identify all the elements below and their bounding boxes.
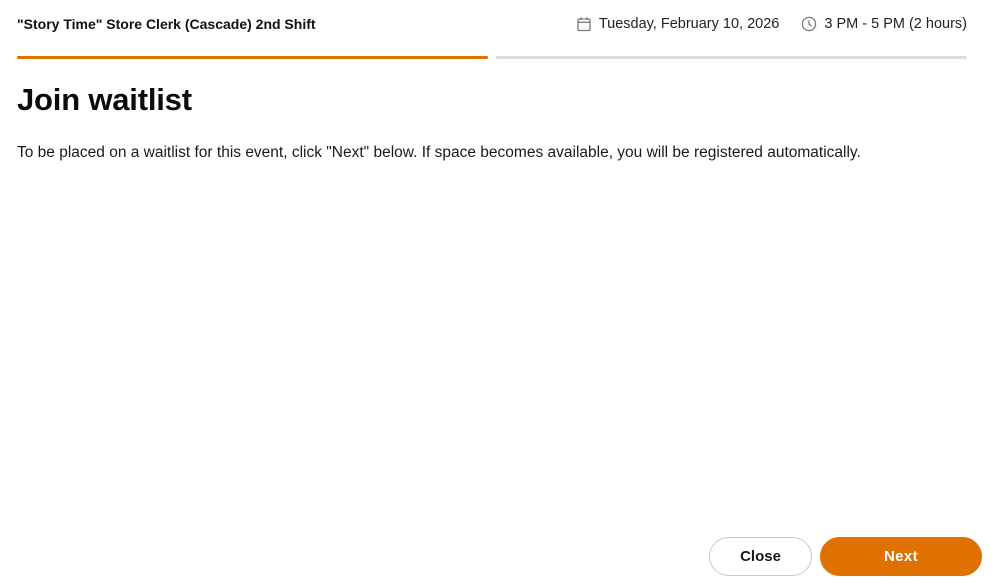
waitlist-description: To be placed on a waitlist for this even…: [17, 144, 861, 161]
dialog-footer: Close Next: [709, 537, 982, 576]
event-time: 3 PM - 5 PM (2 hours): [801, 16, 967, 32]
event-meta: Tuesday, February 10, 2026 3 PM - 5 PM (…: [576, 16, 967, 32]
event-header: "Story Time" Store Clerk (Cascade) 2nd S…: [17, 12, 967, 36]
clock-icon: [801, 16, 817, 32]
step-progress-bar: [17, 56, 967, 59]
event-date-text: Tuesday, February 10, 2026: [598, 16, 780, 32]
close-button[interactable]: Close: [709, 537, 812, 576]
page-title: Join waitlist: [17, 82, 192, 117]
progress-step-1-active: [17, 56, 488, 59]
event-title: "Story Time" Store Clerk (Cascade) 2nd S…: [17, 16, 316, 32]
event-time-text: 3 PM - 5 PM (2 hours): [824, 16, 967, 32]
progress-step-2: [496, 56, 967, 59]
waitlist-dialog: "Story Time" Store Clerk (Cascade) 2nd S…: [0, 0, 999, 587]
calendar-icon: [576, 16, 592, 32]
event-date: Tuesday, February 10, 2026: [576, 16, 780, 32]
next-button[interactable]: Next: [820, 537, 982, 576]
